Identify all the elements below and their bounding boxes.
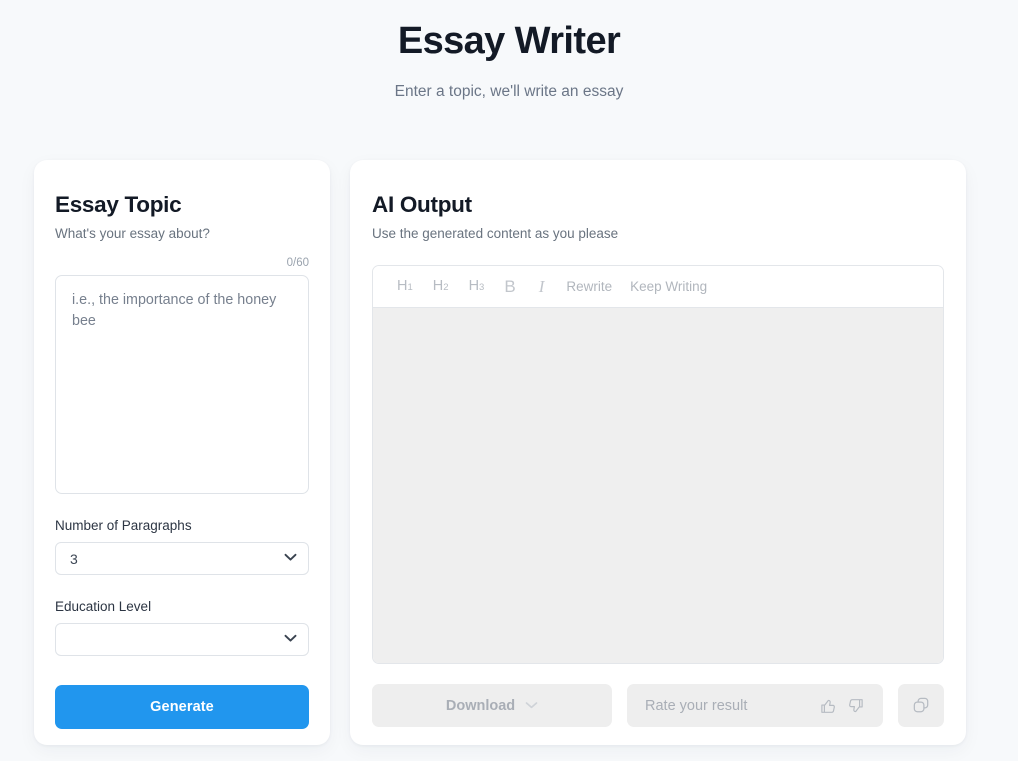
h1-sub: 1 (407, 282, 413, 294)
download-button[interactable]: Download (372, 684, 612, 727)
chevron-down-icon (525, 701, 538, 710)
download-label: Download (445, 697, 516, 714)
copy-button[interactable] (898, 684, 944, 727)
keep-writing-button[interactable]: Keep Writing (621, 280, 716, 294)
ai-output-title: AI Output (372, 192, 472, 217)
heading-3-button[interactable]: H3 (459, 279, 495, 294)
main-layout: Essay Topic What's your essay about? 0/6… (34, 160, 966, 745)
education-level-select[interactable] (55, 623, 309, 656)
education-level-select-wrap[interactable] (55, 623, 309, 656)
thumbs-up-icon[interactable] (819, 697, 837, 715)
bold-button[interactable]: B (494, 278, 525, 295)
ai-output-card: AI Output Use the generated content as y… (350, 160, 966, 745)
paragraphs-select-wrap[interactable]: 3 (55, 542, 309, 575)
thumbs-down-icon[interactable] (847, 697, 865, 715)
rate-result-button[interactable]: Rate your result (627, 684, 883, 727)
rewrite-button[interactable]: Rewrite (557, 280, 621, 294)
italic-button[interactable]: I (526, 278, 558, 295)
character-counter: 0/60 (286, 257, 309, 269)
essay-topic-card: Essay Topic What's your essay about? 0/6… (34, 160, 330, 745)
copy-icon (911, 695, 932, 716)
h2-letter: H (432, 278, 444, 295)
rate-label: Rate your result (645, 697, 748, 714)
essay-topic-title: Essay Topic (55, 192, 182, 217)
page-title: Essay Writer (397, 20, 621, 62)
h1-letter: H (397, 278, 408, 295)
essay-topic-subtitle: What's your essay about? (55, 226, 210, 241)
h3-sub: 3 (479, 282, 485, 294)
generate-button[interactable]: Generate (55, 685, 309, 729)
page-header: Essay Writer Enter a topic, we'll write … (0, 0, 1018, 101)
heading-1-button[interactable]: H1 (387, 279, 423, 294)
page-subtitle: Enter a topic, we'll write an essay (394, 82, 624, 100)
editor-toolbar: H1 H2 H3 B I Rewrite Keep Writing (373, 266, 943, 308)
essay-topic-input[interactable] (55, 275, 309, 494)
counter-row: 0/60 (55, 253, 309, 271)
paragraphs-select[interactable]: 3 (55, 542, 309, 575)
rate-icons (819, 697, 865, 715)
output-actions: Download Rate your result (372, 684, 944, 727)
output-text-area[interactable] (373, 308, 943, 663)
ai-output-subtitle: Use the generated content as you please (372, 226, 619, 241)
h3-letter: H (468, 278, 480, 295)
paragraphs-label: Number of Paragraphs (55, 518, 192, 533)
education-level-label: Education Level (55, 599, 152, 614)
h2-sub: 2 (443, 282, 449, 294)
heading-2-button[interactable]: H2 (423, 279, 459, 294)
output-editor: H1 H2 H3 B I Rewrite Keep Writing (372, 265, 944, 664)
